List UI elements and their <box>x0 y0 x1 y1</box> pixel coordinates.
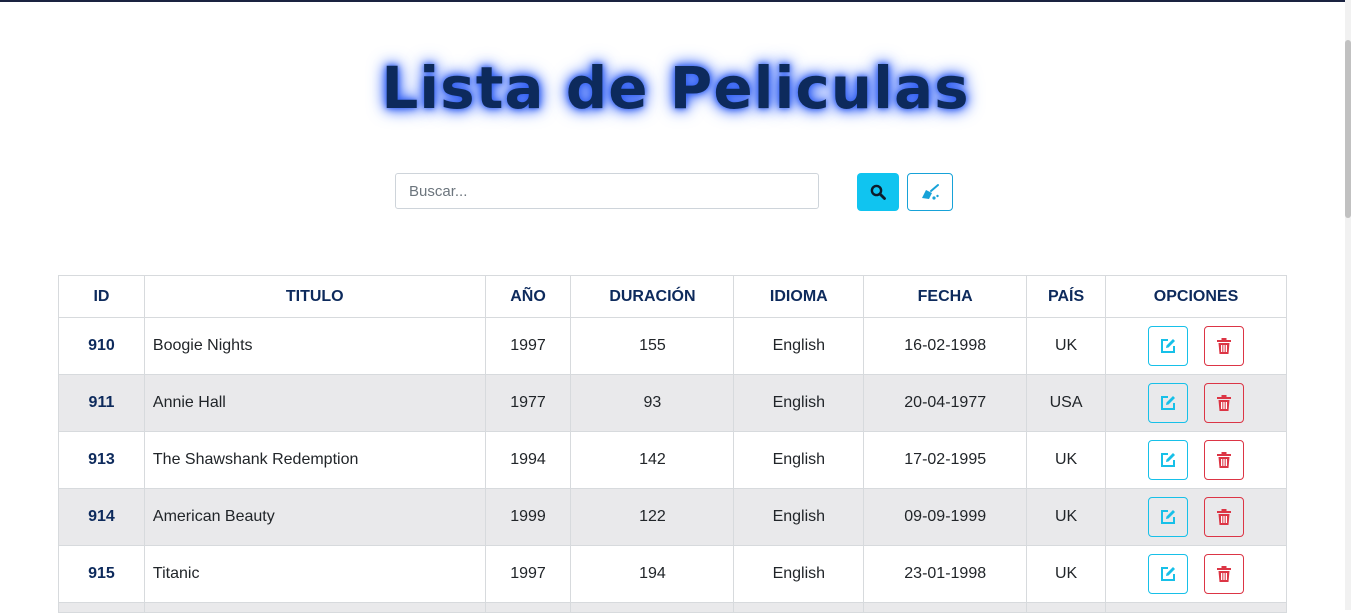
cell-idioma: English <box>733 431 865 489</box>
cell-empty <box>1105 602 1287 613</box>
edit-icon <box>1161 339 1176 353</box>
table-row: 910 Boogie Nights 1997 155 English 16-02… <box>58 317 1287 375</box>
cell-titulo: Boogie Nights <box>143 317 486 375</box>
cell-idioma: English <box>733 545 865 603</box>
edit-icon <box>1161 453 1176 467</box>
edit-icon <box>1161 396 1176 410</box>
search-input[interactable] <box>395 173 819 209</box>
cell-fecha: 20-04-1977 <box>863 374 1028 432</box>
header-anio[interactable]: AÑO <box>484 275 572 318</box>
row-actions <box>1107 383 1285 423</box>
cell-empty <box>863 602 1028 613</box>
cell-idioma: English <box>733 488 865 546</box>
top-border <box>0 0 1351 2</box>
row-actions <box>1107 554 1285 594</box>
edit-button[interactable] <box>1148 326 1189 366</box>
edit-button[interactable] <box>1148 383 1189 423</box>
trash-icon <box>1217 452 1232 468</box>
cell-opciones <box>1105 431 1287 489</box>
cell-pais: UK <box>1026 488 1107 546</box>
delete-button[interactable] <box>1204 440 1245 480</box>
table-header-row: ID TITULO AÑO DURACIÓN IDIOMA FECHA PAÍS… <box>58 275 1287 318</box>
cell-opciones <box>1105 488 1287 546</box>
cell-duracion: 122 <box>570 488 735 546</box>
table-row: 914 American Beauty 1999 122 English 09-… <box>58 488 1287 546</box>
cell-empty <box>733 602 865 613</box>
cell-fecha: 16-02-1998 <box>863 317 1028 375</box>
cell-titulo: Annie Hall <box>143 374 486 432</box>
edit-button[interactable] <box>1148 440 1189 480</box>
cell-titulo: American Beauty <box>143 488 486 546</box>
movies-table: ID TITULO AÑO DURACIÓN IDIOMA FECHA PAÍS… <box>58 275 1287 613</box>
cell-idioma: English <box>733 374 865 432</box>
search-button[interactable] <box>857 173 899 211</box>
table-row: 913 The Shawshank Redemption 1994 142 En… <box>58 431 1287 489</box>
cell-titulo: The Shawshank Redemption <box>143 431 486 489</box>
delete-button[interactable] <box>1204 383 1245 423</box>
cell-id: 913 <box>58 431 145 489</box>
cell-opciones <box>1105 374 1287 432</box>
cell-id: 911 <box>58 374 145 432</box>
trash-icon <box>1217 338 1232 354</box>
search-icon <box>870 184 886 200</box>
cell-anio: 1994 <box>484 431 572 489</box>
delete-button[interactable] <box>1204 326 1245 366</box>
table-row <box>58 602 1287 613</box>
clear-search-button[interactable] <box>907 173 953 211</box>
delete-button[interactable] <box>1204 497 1245 537</box>
cell-fecha: 17-02-1995 <box>863 431 1028 489</box>
trash-icon <box>1217 566 1232 582</box>
header-duracion[interactable]: DURACIÓN <box>570 275 735 318</box>
cell-opciones <box>1105 545 1287 603</box>
cell-anio: 1977 <box>484 374 572 432</box>
cell-anio: 1997 <box>484 545 572 603</box>
cell-empty <box>570 602 735 613</box>
cell-empty <box>484 602 572 613</box>
broom-icon <box>922 184 939 200</box>
cell-empty <box>58 602 145 613</box>
cell-pais: USA <box>1026 374 1107 432</box>
cell-duracion: 155 <box>570 317 735 375</box>
edit-button[interactable] <box>1148 497 1189 537</box>
cell-duracion: 194 <box>570 545 735 603</box>
cell-duracion: 93 <box>570 374 735 432</box>
cell-pais: UK <box>1026 431 1107 489</box>
cell-id: 915 <box>58 545 145 603</box>
header-pais[interactable]: PAÍS <box>1026 275 1107 318</box>
header-fecha[interactable]: FECHA <box>863 275 1028 318</box>
cell-duracion: 142 <box>570 431 735 489</box>
cell-anio: 1997 <box>484 317 572 375</box>
trash-icon <box>1217 509 1232 525</box>
page-title: Lista de Peliculas <box>381 54 970 122</box>
cell-id: 914 <box>58 488 145 546</box>
cell-fecha: 09-09-1999 <box>863 488 1028 546</box>
table-row: 911 Annie Hall 1977 93 English 20-04-197… <box>58 374 1287 432</box>
cell-id: 910 <box>58 317 145 375</box>
edit-icon <box>1161 510 1176 524</box>
trash-icon <box>1217 395 1232 411</box>
header-opciones: OPCIONES <box>1105 275 1287 318</box>
cell-opciones <box>1105 317 1287 375</box>
edit-button[interactable] <box>1148 554 1189 594</box>
header-titulo[interactable]: TITULO <box>143 275 486 318</box>
delete-button[interactable] <box>1204 554 1245 594</box>
cell-titulo: Titanic <box>143 545 486 603</box>
row-actions <box>1107 497 1285 537</box>
edit-icon <box>1161 567 1176 581</box>
row-actions <box>1107 326 1285 366</box>
row-actions <box>1107 440 1285 480</box>
cell-pais: UK <box>1026 317 1107 375</box>
cell-anio: 1999 <box>484 488 572 546</box>
cell-idioma: English <box>733 317 865 375</box>
header-id[interactable]: ID <box>58 275 145 318</box>
cell-empty <box>1026 602 1107 613</box>
cell-fecha: 23-01-1998 <box>863 545 1028 603</box>
header-idioma[interactable]: IDIOMA <box>733 275 865 318</box>
cell-pais: UK <box>1026 545 1107 603</box>
table-row: 915 Titanic 1997 194 English 23-01-1998 … <box>58 545 1287 603</box>
cell-empty <box>143 602 486 613</box>
